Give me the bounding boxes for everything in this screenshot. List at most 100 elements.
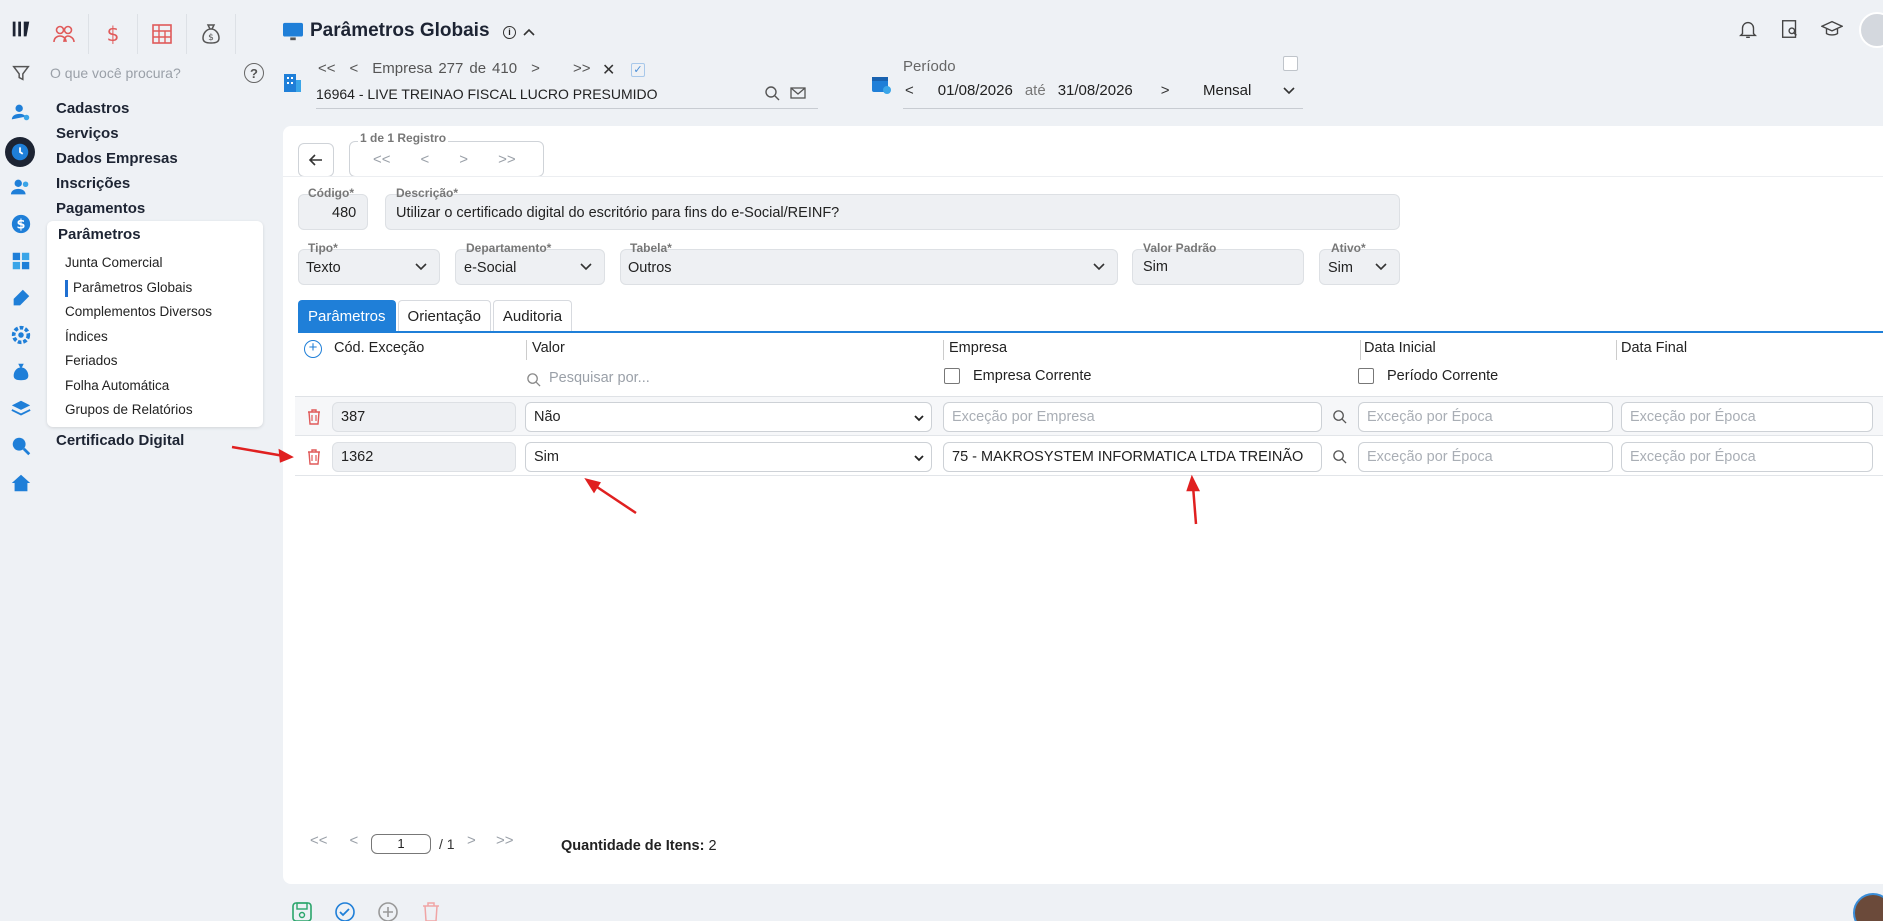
mail-icon[interactable] — [790, 85, 806, 104]
chat-avatar[interactable] — [1853, 893, 1883, 921]
empresa-search-icon[interactable] — [764, 85, 780, 104]
periodo-start[interactable]: 01/08/2026 — [938, 82, 1013, 99]
submenu-indices[interactable]: Índices — [65, 329, 108, 344]
users-icon[interactable] — [8, 174, 34, 200]
tabela-select[interactable] — [620, 249, 1118, 285]
row-data-final-input[interactable]: Exceção por Época — [1621, 402, 1873, 432]
sidebar-item-cadastros[interactable]: Cadastros — [56, 96, 178, 121]
periodo-frequency-select[interactable]: Mensal — [1203, 82, 1251, 99]
empresa-name[interactable]: 16964 - LIVE TREINAO FISCAL LUCRO PRESUM… — [316, 86, 658, 102]
sidebar-search[interactable]: O que você procura? — [12, 60, 262, 86]
periodo-corrente-checkbox[interactable] — [1358, 368, 1374, 384]
back-button[interactable] — [298, 143, 334, 177]
trash-icon[interactable] — [306, 448, 322, 469]
submenu-folha-automatica[interactable]: Folha Automática — [65, 378, 169, 393]
sidebar-item-dados-empresas[interactable]: Dados Empresas — [56, 146, 178, 171]
header-empresa[interactable]: Empresa — [949, 340, 1007, 356]
empresa-corrente-checkbox[interactable] — [944, 368, 960, 384]
header-data-final[interactable]: Data Final — [1621, 340, 1687, 356]
prev-empresa-button[interactable]: < — [350, 60, 359, 77]
tab-auditoria[interactable]: Auditoria — [492, 300, 573, 331]
annotation-arrow — [231, 445, 285, 458]
user-avatar[interactable] — [1859, 12, 1883, 48]
next-page-button[interactable]: > — [467, 832, 476, 849]
app-logo-icon[interactable] — [8, 16, 34, 42]
first-record-button[interactable]: << — [373, 151, 391, 168]
search-icon[interactable] — [1332, 449, 1347, 467]
row-codigo-input[interactable]: 1362 — [332, 442, 516, 472]
header-data-inicial[interactable]: Data Inicial — [1364, 340, 1436, 356]
sidebar-search-input[interactable]: O que você procura? — [50, 65, 181, 81]
save-icon[interactable] — [290, 900, 314, 921]
row-codigo-input[interactable]: 387 — [332, 402, 516, 432]
periodo-checkbox[interactable] — [1283, 56, 1298, 71]
user-settings-icon[interactable] — [8, 99, 34, 125]
submenu-complementos-diversos[interactable]: Complementos Diversos — [65, 304, 212, 319]
add-row-icon[interactable]: + — [304, 340, 322, 358]
prev-periodo-button[interactable]: < — [905, 82, 914, 99]
help-icon[interactable]: ? — [244, 63, 264, 83]
dollar-icon[interactable]: $ — [8, 211, 34, 237]
submenu-grupos-relatorios[interactable]: Grupos de Relatórios — [65, 402, 193, 417]
row-data-inicial-input[interactable]: Exceção por Época — [1358, 402, 1613, 432]
row-empresa-input[interactable]: 75 - MAKROSYSTEM INFORMATICA LTDA TREINÃ… — [943, 442, 1322, 472]
calendar-icon[interactable] — [870, 73, 892, 98]
home-icon[interactable] — [8, 470, 34, 496]
sidebar-item-servicos[interactable]: Serviços — [56, 121, 178, 146]
header-valor[interactable]: Valor — [532, 340, 565, 356]
people-module-icon[interactable] — [40, 14, 89, 54]
last-record-button[interactable]: >> — [498, 151, 516, 168]
row-data-final-input[interactable]: Exceção por Época — [1621, 442, 1873, 472]
row-valor-select[interactable]: Sim — [525, 442, 932, 472]
dollar-module-icon[interactable]: $ — [89, 14, 138, 54]
pen-icon[interactable] — [8, 285, 34, 311]
sidebar-item-certificado-digital[interactable]: Certificado Digital — [56, 432, 184, 449]
row-empresa-input[interactable]: Exceção por Empresa — [943, 402, 1322, 432]
spreadsheet-module-icon[interactable] — [138, 14, 187, 54]
submenu-feriados[interactable]: Feriados — [65, 353, 118, 368]
chevron-down-icon[interactable] — [1282, 84, 1296, 101]
empresa-checkbox[interactable]: ✓ — [631, 63, 645, 77]
close-icon[interactable]: ✕ — [602, 60, 615, 80]
descricao-value: Utilizar o certificado digital do escrit… — [396, 205, 840, 221]
calculator-icon[interactable] — [8, 248, 34, 274]
valor-search-input[interactable]: Pesquisar por... — [549, 370, 650, 386]
graduation-cap-icon[interactable] — [1821, 18, 1843, 40]
next-empresa-button[interactable]: > — [531, 60, 540, 77]
first-page-button[interactable]: << — [310, 832, 328, 849]
periodo-end[interactable]: 31/08/2026 — [1058, 82, 1133, 99]
add-icon[interactable] — [376, 900, 400, 921]
search-icon[interactable] — [8, 433, 34, 459]
last-empresa-button[interactable]: >> — [573, 60, 591, 77]
tab-orientacao[interactable]: Orientação — [397, 300, 491, 331]
last-page-button[interactable]: >> — [496, 832, 514, 849]
submenu-junta-comercial[interactable]: Junta Comercial — [65, 255, 163, 270]
layers-icon[interactable] — [8, 396, 34, 422]
chevron-up-icon[interactable] — [522, 25, 536, 42]
bell-icon[interactable] — [1737, 18, 1759, 40]
confirm-icon[interactable] — [333, 900, 357, 921]
sidebar-item-pagamentos[interactable]: Pagamentos — [56, 196, 178, 221]
prev-page-button[interactable]: < — [350, 832, 359, 849]
sidebar-item-inscricoes[interactable]: Inscrições — [56, 171, 178, 196]
prev-record-button[interactable]: < — [421, 151, 430, 168]
next-record-button[interactable]: > — [459, 151, 468, 168]
row-data-inicial-input[interactable]: Exceção por Época — [1358, 442, 1613, 472]
next-periodo-button[interactable]: > — [1161, 82, 1170, 99]
money-bag-icon[interactable] — [8, 359, 34, 385]
money-bag-module-icon[interactable]: $ — [187, 14, 236, 54]
sidebar-item-parametros[interactable]: Parâmetros — [58, 226, 141, 243]
search-icon[interactable] — [1332, 409, 1347, 427]
tab-parametros[interactable]: Parâmetros — [298, 300, 396, 331]
first-empresa-button[interactable]: << — [318, 60, 336, 77]
submenu-parametros-globais[interactable]: Parâmetros Globais — [64, 280, 192, 297]
document-search-icon[interactable] — [1779, 18, 1801, 40]
gear-icon[interactable] — [8, 322, 34, 348]
page-number-input[interactable]: 1 — [371, 834, 431, 854]
info-icon[interactable]: i — [503, 26, 516, 39]
trash-icon[interactable] — [306, 408, 322, 429]
delete-icon[interactable] — [419, 900, 443, 921]
clock-icon[interactable] — [5, 137, 35, 167]
row-valor-select[interactable]: Não — [525, 402, 932, 432]
header-cod-excecao[interactable]: Cód. Exceção — [334, 340, 424, 356]
